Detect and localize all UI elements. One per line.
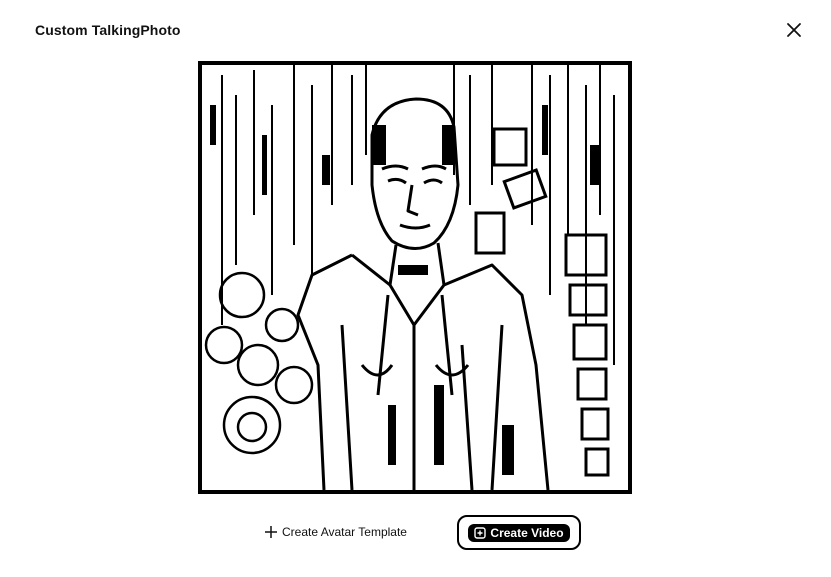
uploaded-photo-preview [198,61,632,494]
close-icon[interactable] [782,18,806,42]
create-video-button[interactable]: Create Video [457,515,581,550]
create-video-label: Create Video [490,525,564,540]
plus-icon [264,525,278,539]
custom-talkingphoto-dialog: Custom TalkingPhoto Create Avatar Templa… [0,0,831,577]
create-video-button-content: Create Video [468,523,570,542]
create-avatar-template-label: Create Avatar Template [282,525,407,539]
dialog-title: Custom TalkingPhoto [35,22,181,38]
video-icon [474,526,487,539]
create-avatar-template-button[interactable]: Create Avatar Template [264,521,407,543]
